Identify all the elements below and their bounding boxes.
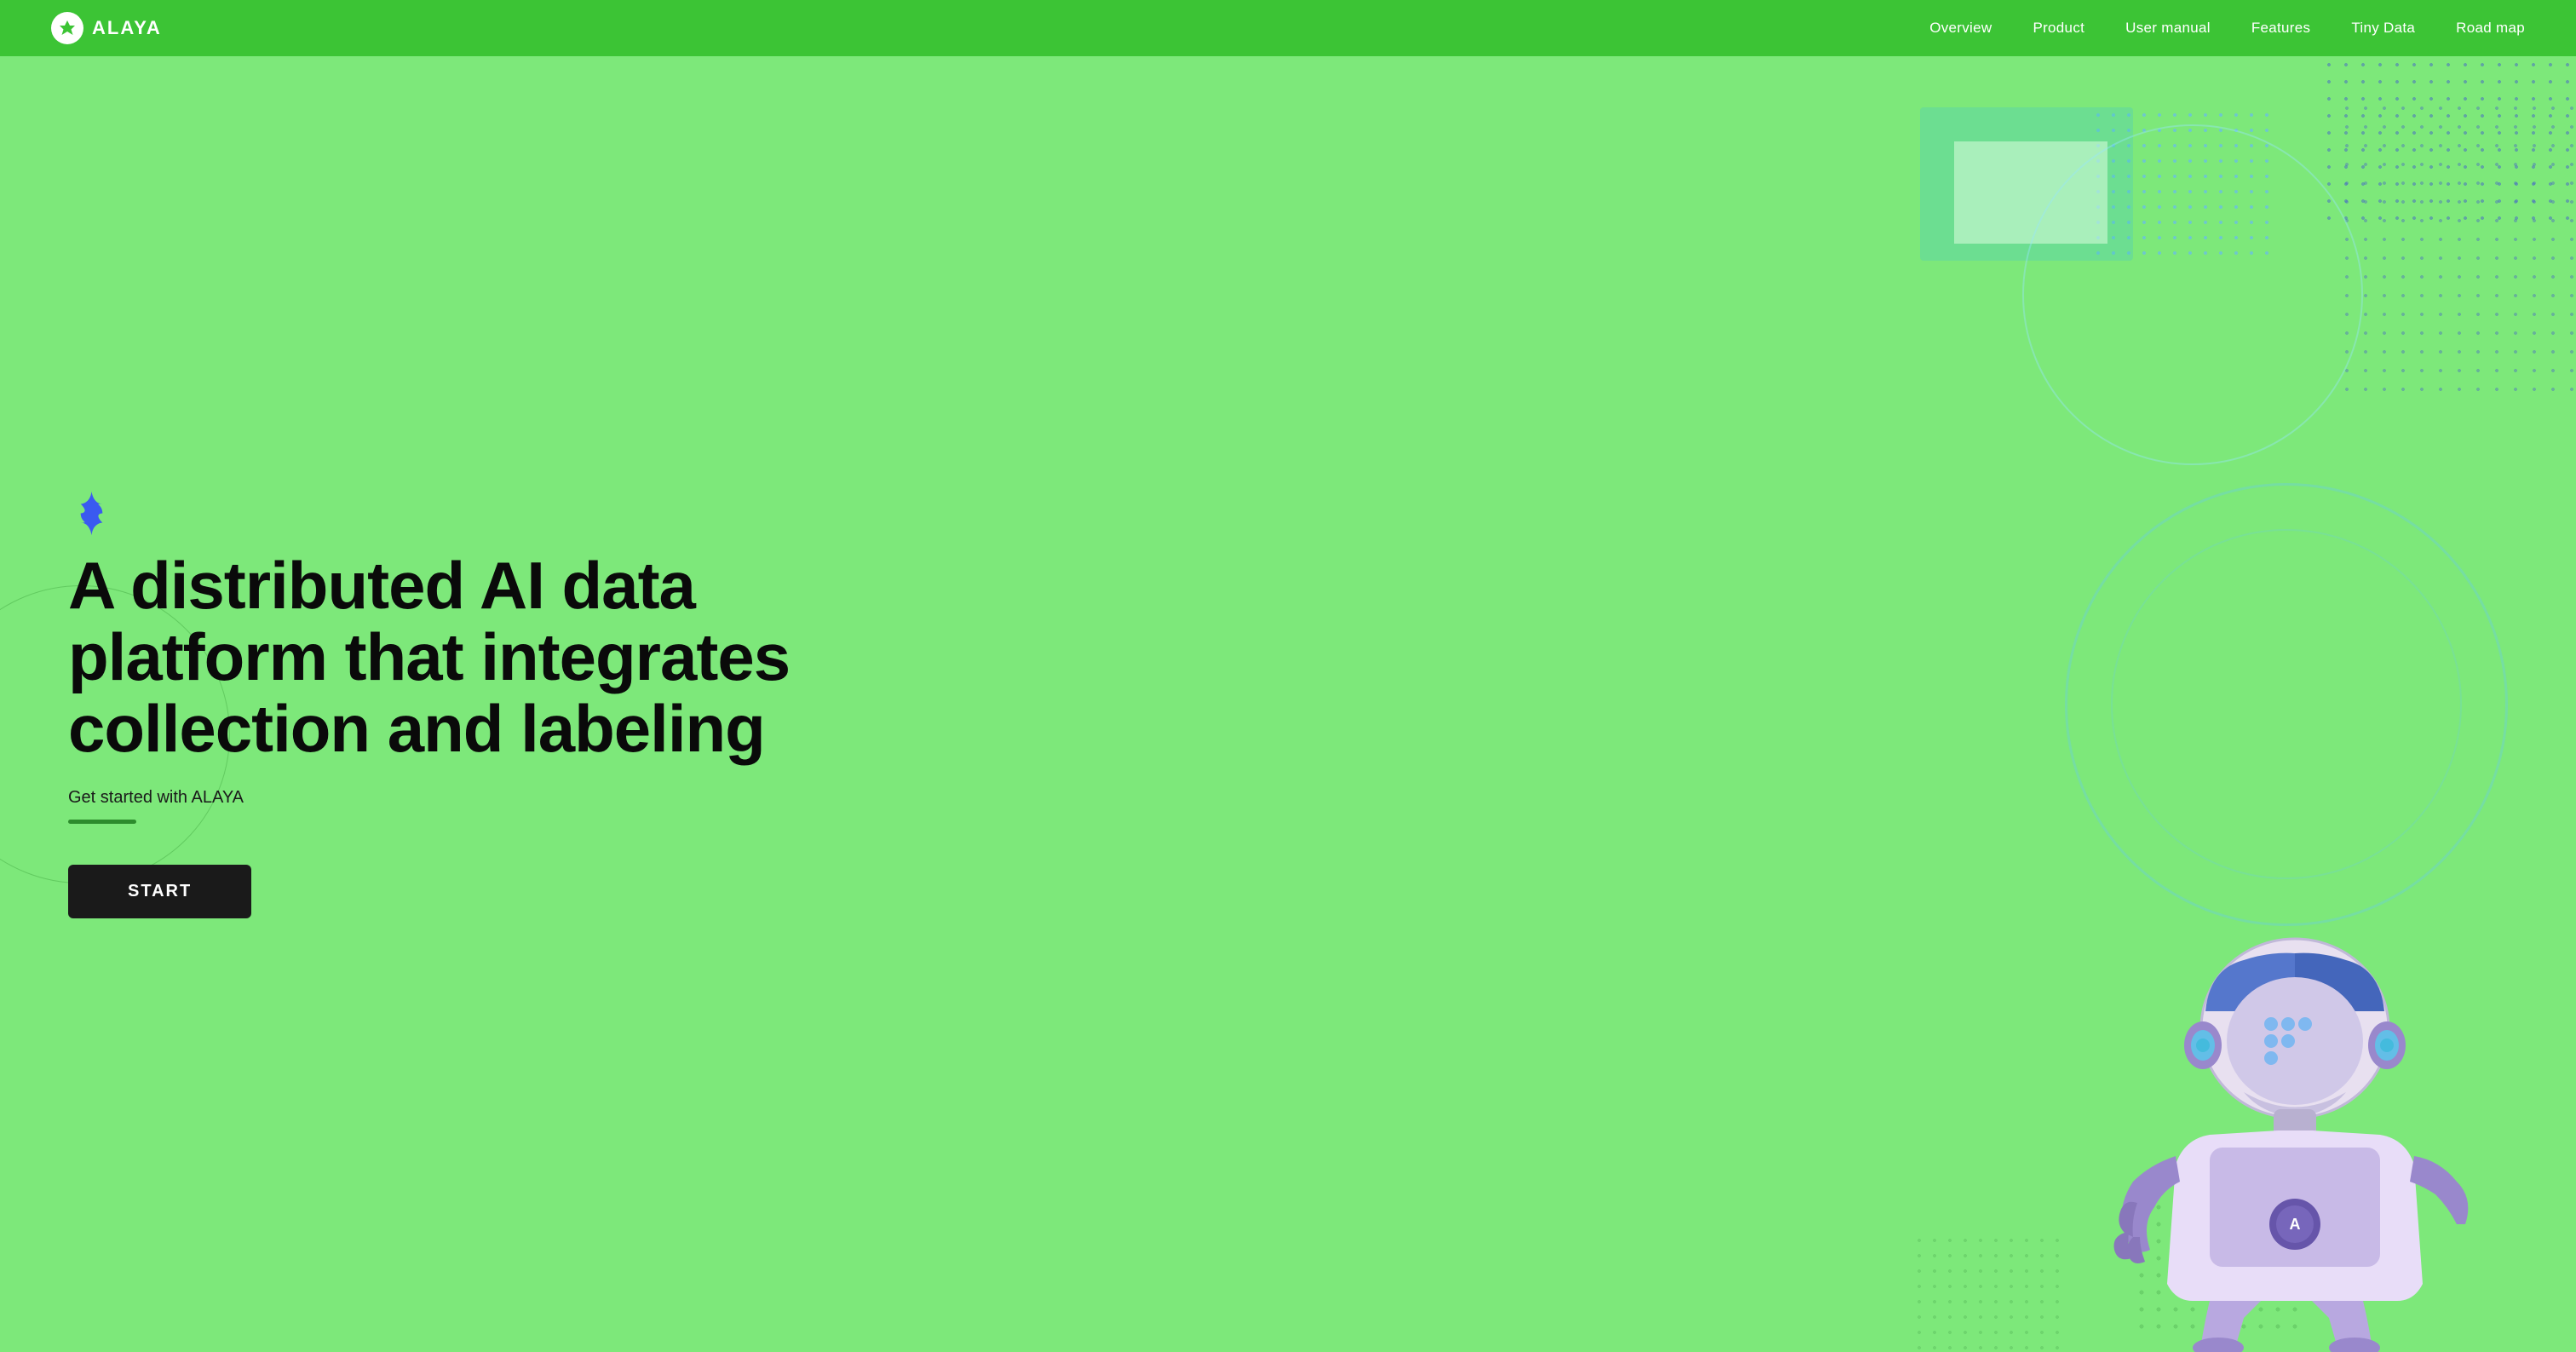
nav-item-product[interactable]: Product [2033, 20, 2084, 37]
nav-item-user-manual[interactable]: User manual [2125, 20, 2211, 37]
nav-link-user-manual[interactable]: User manual [2125, 20, 2211, 36]
logo-text: ALAYA [92, 17, 162, 39]
dot-grid-mid-right [2337, 99, 2576, 397]
nav-link-road-map[interactable]: Road map [2456, 20, 2525, 36]
nav-item-overview[interactable]: Overview [1929, 20, 1992, 37]
nav-link-product[interactable]: Product [2033, 20, 2084, 36]
nav-link-overview[interactable]: Overview [1929, 20, 1992, 36]
hero-star-icon [68, 490, 115, 541]
nav-link-tiny-data[interactable]: Tiny Data [2351, 20, 2415, 36]
start-button[interactable]: START [68, 865, 251, 918]
logo[interactable]: ALAYA [51, 12, 162, 44]
nav-item-features[interactable]: Features [2251, 20, 2311, 37]
hero-underline-decoration [68, 820, 136, 824]
nav-item-road-map[interactable]: Road map [2456, 20, 2525, 37]
nav-item-tiny-data[interactable]: Tiny Data [2351, 20, 2415, 37]
navbar: ALAYA Overview Product User manual Featu… [0, 0, 2576, 56]
hero-section: A distributed AI data platform that inte… [0, 56, 2576, 1352]
hero-content: A distributed AI data platform that inte… [68, 490, 790, 919]
circle-arc-decoration [2022, 124, 2363, 465]
hero-title: A distributed AI data platform that inte… [68, 549, 790, 765]
robot-illustration: A [2039, 858, 2550, 1352]
nav-menu: Overview Product User manual Features Ti… [1929, 20, 2525, 37]
nav-link-features[interactable]: Features [2251, 20, 2311, 36]
svg-text:A: A [2290, 1216, 2301, 1233]
hero-subtitle: Get started with ALAYA [68, 788, 790, 808]
logo-icon [51, 12, 83, 44]
